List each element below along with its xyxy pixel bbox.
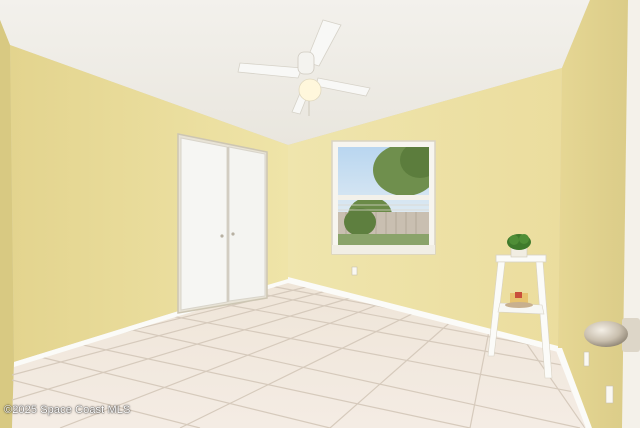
closet xyxy=(177,133,268,314)
watermark-text: ©2025 Space Coast MLS xyxy=(4,404,131,416)
wall-outlet xyxy=(351,266,358,276)
wall-switch-right xyxy=(605,385,614,404)
closet-door-left[interactable] xyxy=(180,137,228,311)
bedroom-photo: ©2025 Space Coast MLS xyxy=(0,0,640,428)
room-illustration xyxy=(0,0,640,428)
closet-handle-left[interactable] xyxy=(220,234,224,238)
wall-outlet-right xyxy=(583,351,590,367)
closet-door-right[interactable] xyxy=(228,146,266,302)
closet-handle-right[interactable] xyxy=(231,232,235,236)
window xyxy=(331,140,436,255)
